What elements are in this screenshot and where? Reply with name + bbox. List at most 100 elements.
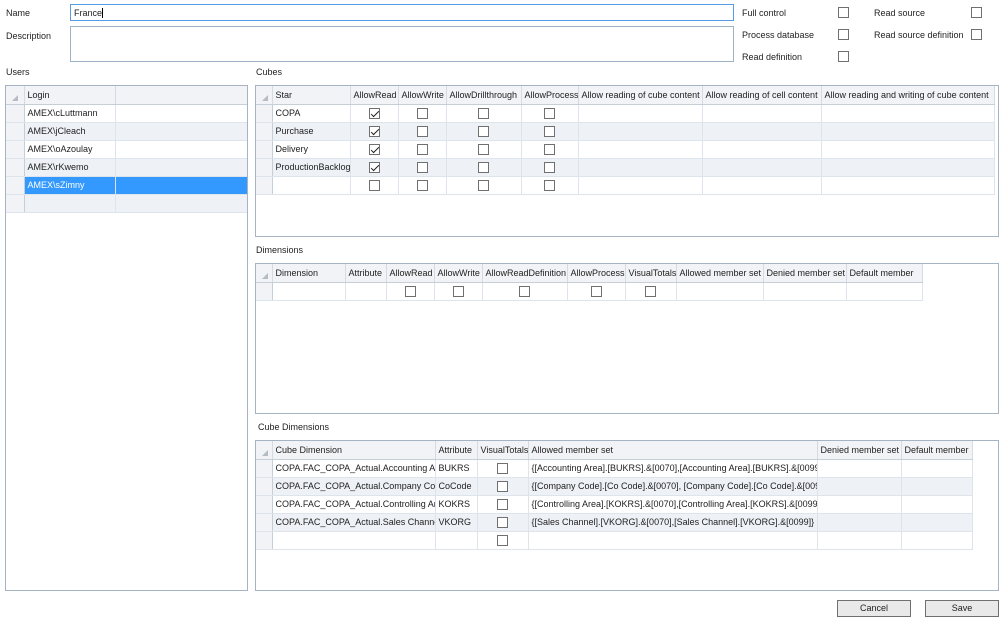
- login-cell[interactable]: AMEX\rKwemo: [24, 158, 116, 177]
- attribute-column-header[interactable]: Attribute: [435, 441, 478, 460]
- table-row[interactable]: AMEX\oAzoulay: [6, 140, 247, 159]
- read-source-checkbox[interactable]: [971, 7, 982, 18]
- allowed-member-set-column-header[interactable]: Allowed member set: [528, 441, 818, 460]
- row-header[interactable]: [6, 122, 25, 141]
- select-all-corner[interactable]: [256, 441, 273, 460]
- allowread-column-header[interactable]: AllowRead: [350, 86, 399, 105]
- allowreaddefinition-column-header[interactable]: AllowReadDefinition: [482, 264, 568, 283]
- attribute-cell[interactable]: [435, 531, 478, 550]
- description-input[interactable]: [70, 26, 734, 62]
- visualtotals-checkbox[interactable]: [645, 285, 656, 297]
- allowprocess-column-header[interactable]: AllowProcess: [567, 264, 626, 283]
- select-all-corner[interactable]: [6, 86, 25, 105]
- new-row[interactable]: [6, 194, 247, 213]
- row-header[interactable]: [256, 122, 273, 141]
- table-row[interactable]: ProductionBacklog: [256, 158, 995, 177]
- visualtotals-checkbox[interactable]: [497, 480, 508, 492]
- star-cell[interactable]: Purchase: [272, 122, 351, 141]
- row-header[interactable]: [256, 140, 273, 159]
- allowprocess-checkbox[interactable]: [544, 107, 555, 119]
- allowread-column-header[interactable]: AllowRead: [386, 264, 435, 283]
- allowwrite-checkbox[interactable]: [416, 107, 428, 119]
- row-header[interactable]: [256, 282, 273, 301]
- allowwrite-checkbox[interactable]: [416, 143, 428, 155]
- row-header[interactable]: [6, 104, 25, 123]
- allowed-member-set-cell[interactable]: {[Accounting Area].[BUKRS].&[0070],[Acco…: [528, 459, 818, 478]
- login-cell[interactable]: AMEX\cLuttmann: [24, 104, 116, 123]
- allowread-checkbox[interactable]: [368, 143, 380, 155]
- new-row[interactable]: [256, 531, 973, 550]
- allowread-checkbox[interactable]: [368, 107, 380, 119]
- denied-member-set-column-header[interactable]: Denied member set: [817, 441, 902, 460]
- cube-dimension-cell[interactable]: COPA.FAC_COPA_Actual.Accounting Area: [272, 459, 436, 478]
- allowed-member-set-cell[interactable]: [528, 531, 818, 550]
- allowdrillthrough-checkbox[interactable]: [478, 161, 489, 173]
- table-row[interactable]: Delivery: [256, 140, 995, 159]
- row-header[interactable]: [256, 459, 273, 478]
- allowed-member-set-column-header[interactable]: Allowed member set: [676, 264, 764, 283]
- allowread-checkbox[interactable]: [368, 179, 380, 191]
- allowreaddefinition-checkbox[interactable]: [519, 285, 530, 297]
- cube-dimensions-grid[interactable]: Cube Dimension Attribute VisualTotals Al…: [255, 440, 999, 591]
- new-row[interactable]: [256, 176, 995, 195]
- star-cell[interactable]: ProductionBacklog: [272, 158, 351, 177]
- cube-content-column-header[interactable]: Allow reading of cube content: [578, 86, 703, 105]
- cubes-grid[interactable]: Star AllowRead AllowWrite AllowDrillthro…: [255, 85, 999, 237]
- allowed-member-set-cell[interactable]: {[Sales Channel].[VKORG].&[0070],[Sales …: [528, 513, 818, 532]
- dimension-column-header[interactable]: Dimension: [272, 264, 346, 283]
- cube-dimension-cell[interactable]: COPA.FAC_COPA_Actual.Sales Channel: [272, 513, 436, 532]
- attribute-cell[interactable]: CoCode: [435, 477, 478, 496]
- table-row-selected[interactable]: AMEX\sZimny: [6, 176, 247, 195]
- allowwrite-column-header[interactable]: AllowWrite: [434, 264, 483, 283]
- visualtotals-checkbox[interactable]: [497, 462, 508, 474]
- name-input[interactable]: France: [70, 4, 734, 21]
- cube-dimension-column-header[interactable]: Cube Dimension: [272, 441, 436, 460]
- allowwrite-checkbox[interactable]: [452, 285, 464, 297]
- users-grid[interactable]: Login AMEX\cLuttmann AMEX\jCleach AMEX\o…: [5, 85, 248, 591]
- default-member-column-header[interactable]: Default member: [901, 441, 973, 460]
- read-definition-checkbox[interactable]: [838, 51, 849, 62]
- allowwrite-checkbox[interactable]: [416, 161, 428, 173]
- table-row[interactable]: AMEX\cLuttmann: [6, 104, 247, 123]
- row-header[interactable]: [6, 158, 25, 177]
- row-header[interactable]: [256, 158, 273, 177]
- allowdrillthrough-column-header[interactable]: AllowDrillthrough: [446, 86, 522, 105]
- allowprocess-checkbox[interactable]: [544, 125, 555, 137]
- row-header[interactable]: [256, 513, 273, 532]
- star-cell[interactable]: COPA: [272, 104, 351, 123]
- visualtotals-checkbox[interactable]: [497, 516, 508, 528]
- cube-dimension-cell[interactable]: COPA.FAC_COPA_Actual.Controlling Area: [272, 495, 436, 514]
- allowdrillthrough-checkbox[interactable]: [478, 107, 489, 119]
- table-row[interactable]: AMEX\jCleach: [6, 122, 247, 141]
- allowdrillthrough-checkbox[interactable]: [478, 143, 489, 155]
- allowdrillthrough-checkbox[interactable]: [478, 125, 489, 137]
- cancel-button[interactable]: Cancel: [837, 600, 911, 617]
- attribute-column-header[interactable]: Attribute: [345, 264, 387, 283]
- login-cell[interactable]: AMEX\sZimny: [24, 176, 116, 195]
- login-cell[interactable]: [24, 194, 116, 213]
- allowwrite-checkbox[interactable]: [416, 179, 428, 191]
- row-header[interactable]: [6, 176, 25, 195]
- allowwrite-checkbox[interactable]: [416, 125, 428, 137]
- visualtotals-column-header[interactable]: VisualTotals: [625, 264, 677, 283]
- denied-member-set-column-header[interactable]: Denied member set: [763, 264, 847, 283]
- table-row[interactable]: COPA.FAC_COPA_Actual.Sales Channel VKORG…: [256, 513, 973, 532]
- allowdrillthrough-checkbox[interactable]: [478, 179, 489, 191]
- attribute-cell[interactable]: KOKRS: [435, 495, 478, 514]
- row-header[interactable]: [256, 176, 273, 195]
- select-all-corner[interactable]: [256, 86, 273, 105]
- table-row[interactable]: COPA.FAC_COPA_Actual.Company Code CoCode…: [256, 477, 973, 496]
- new-row[interactable]: [256, 282, 923, 301]
- allowprocess-checkbox[interactable]: [544, 143, 555, 155]
- table-row[interactable]: Purchase: [256, 122, 995, 141]
- star-cell[interactable]: Delivery: [272, 140, 351, 159]
- cell-content-column-header[interactable]: Allow reading of cell content: [702, 86, 822, 105]
- readwrite-content-column-header[interactable]: Allow reading and writing of cube conten…: [821, 86, 995, 105]
- read-source-definition-checkbox[interactable]: [971, 29, 982, 40]
- visualtotals-checkbox[interactable]: [497, 498, 508, 510]
- allowed-member-set-cell[interactable]: {[Controlling Area].[KOKRS].&[0070],[Con…: [528, 495, 818, 514]
- star-column-header[interactable]: Star: [272, 86, 351, 105]
- allowprocess-checkbox[interactable]: [544, 179, 555, 191]
- allowprocess-checkbox[interactable]: [544, 161, 555, 173]
- allowread-checkbox[interactable]: [368, 161, 380, 173]
